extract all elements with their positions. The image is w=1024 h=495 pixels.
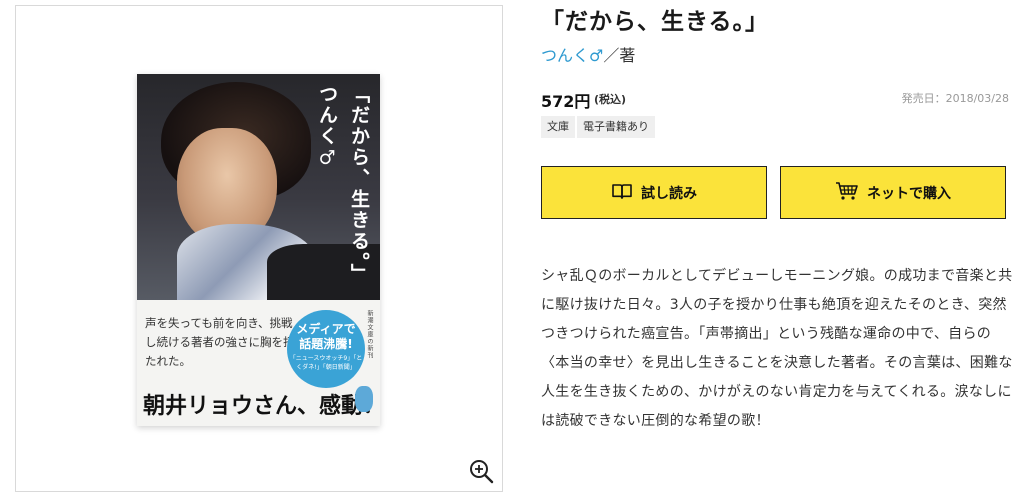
cover-band-vertical: 新潮文庫の新刊 (366, 310, 373, 359)
price: 572円 (541, 92, 591, 111)
tag-bunko: 文庫 (541, 116, 575, 138)
media-badge: メディアで 話題沸騰! 「ニュースウオッチ9」「とくダネ!」「朝日新聞」 (287, 310, 365, 388)
zoom-in-icon[interactable] (468, 458, 494, 484)
author-link[interactable]: つんく♂ (541, 46, 603, 65)
tag-ebook: 電子書籍あり (577, 116, 655, 138)
cover-title: 「だから、生きる。」つんく♂ (316, 84, 370, 285)
book-title: 「だから、生きる。」 (541, 9, 770, 35)
tax-note: (税込) (594, 93, 627, 106)
book-description: シャ乱Ｑのボーカルとしてデビューしモーニング娘。の成功まで音楽と共に駆け抜けた日… (541, 268, 1013, 429)
price-row: 572円 (税込) 発売日：2018/03/28 (541, 88, 1011, 111)
book-cover[interactable]: 「だから、生きる。」つんく♂ 声を失っても前を向き、挑戦し続ける著者の強さに胸を… (137, 74, 380, 426)
trial-read-button[interactable]: 試し読み (541, 166, 767, 219)
mascot-icon (355, 386, 373, 412)
release-date: 発売日：2018/03/28 (901, 92, 1009, 105)
cart-icon (835, 181, 859, 205)
cover-band-headline: 朝井リョウさん、感動! (143, 393, 373, 419)
book-open-icon (611, 182, 633, 204)
author-role: ／著 (603, 46, 636, 65)
cover-obi-band: 声を失っても前を向き、挑戦し続ける著者の強さに胸を打たれた。 メディアで 話題沸… (137, 300, 380, 426)
buy-online-label: ネットで購入 (867, 185, 951, 202)
trial-read-label: 試し読み (641, 185, 697, 202)
cover-band-copy: 声を失っても前を向き、挑戦し続ける著者の強さに胸を打たれた。 (145, 316, 295, 368)
buy-online-button[interactable]: ネットで購入 (780, 166, 1006, 219)
author-line: つんく♂／著 (541, 42, 635, 66)
cover-photo: 「だから、生きる。」つんく♂ (137, 74, 380, 300)
